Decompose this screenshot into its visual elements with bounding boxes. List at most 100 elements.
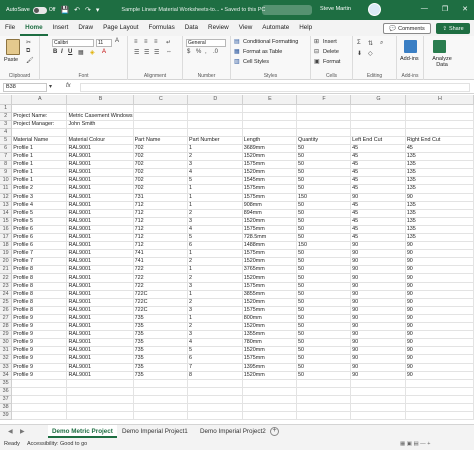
grid-cell[interactable] <box>187 411 243 421</box>
data-cell[interactable]: 50 <box>296 346 352 356</box>
grid-cell[interactable] <box>405 387 474 396</box>
row-header[interactable]: 1 <box>0 104 13 113</box>
name-box[interactable]: B38 <box>3 83 47 92</box>
copy-icon[interactable]: ⧉ <box>26 48 30 55</box>
row-header[interactable]: 33 <box>0 363 13 372</box>
italic-button[interactable]: I <box>61 49 63 55</box>
data-cell[interactable]: Profile 9 <box>11 330 68 340</box>
find-select-icon[interactable]: ⌕ <box>380 40 383 47</box>
data-cell[interactable]: Profile 8 <box>11 306 68 315</box>
data-cell[interactable]: 702 <box>133 152 189 162</box>
grid-cell[interactable] <box>66 395 134 404</box>
row-header[interactable]: 20 <box>0 257 13 267</box>
column-title-cell[interactable]: Part Number <box>187 136 243 145</box>
align-top-icon[interactable]: ≡ <box>134 39 138 45</box>
name-box-dropdown-icon[interactable]: ▾ <box>49 83 52 90</box>
insert-cells-button[interactable]: Insert <box>323 39 337 45</box>
data-cell[interactable]: Profile 8 <box>11 265 68 275</box>
data-cell[interactable]: 135 <box>405 176 474 186</box>
data-cell[interactable]: RAL9001 <box>66 371 134 380</box>
data-cell[interactable]: 908mm <box>242 201 298 210</box>
data-cell[interactable]: 150 <box>296 241 352 251</box>
info-label-cell[interactable]: Project Name: <box>11 112 68 121</box>
avatar[interactable] <box>368 3 381 16</box>
grid-cell[interactable] <box>350 104 406 113</box>
data-cell[interactable]: 90 <box>405 273 474 283</box>
data-cell[interactable]: 135 <box>405 225 474 235</box>
data-cell[interactable]: 90 <box>350 322 406 332</box>
data-cell[interactable]: 45 <box>350 152 406 162</box>
row-header[interactable]: 8 <box>0 160 13 170</box>
data-cell[interactable]: RAL9001 <box>66 233 134 243</box>
grid-cell[interactable] <box>187 395 243 404</box>
fx-icon[interactable]: fx <box>66 83 71 89</box>
grid-cell[interactable] <box>405 128 474 137</box>
data-cell[interactable]: 50 <box>296 184 352 194</box>
percent-icon[interactable]: % <box>196 49 201 55</box>
addins-button-label[interactable]: Add-ins <box>400 56 419 62</box>
data-cell[interactable]: 3 <box>187 160 243 170</box>
data-cell[interactable]: 702 <box>133 144 189 154</box>
data-cell[interactable]: RAL9001 <box>66 168 134 178</box>
column-header-f[interactable]: F <box>296 95 352 105</box>
grid-cell[interactable] <box>133 128 189 137</box>
info-label-cell[interactable]: Project Manager: <box>11 120 68 129</box>
info-value-cell[interactable]: Metric Casement Windows <box>66 112 134 121</box>
redo-icon[interactable]: ↷ <box>85 6 91 14</box>
undo-icon[interactable]: ↶ <box>74 6 80 14</box>
analyze-data-button-label[interactable]: Analyze Data <box>429 56 455 68</box>
grid-cell[interactable] <box>350 395 406 404</box>
row-header[interactable]: 6 <box>0 144 13 154</box>
data-cell[interactable]: 712 <box>133 217 189 226</box>
data-cell[interactable]: 1520mm <box>242 371 298 380</box>
data-cell[interactable]: 45 <box>405 144 474 154</box>
grid-cell[interactable] <box>66 387 134 396</box>
data-cell[interactable]: 50 <box>296 160 352 170</box>
data-cell[interactable]: 50 <box>296 306 352 315</box>
data-cell[interactable]: 728.5mm <box>242 233 298 243</box>
row-header[interactable]: 26 <box>0 306 13 315</box>
data-cell[interactable]: Profile 8 <box>11 290 68 299</box>
data-cell[interactable]: Profile 9 <box>11 354 68 364</box>
data-cell[interactable]: 5 <box>187 346 243 356</box>
format-painter-icon[interactable]: 🖌 <box>26 57 34 64</box>
column-title-cell[interactable]: Length <box>242 136 298 145</box>
info-value-cell[interactable]: John Smith <box>66 120 134 129</box>
minimize-button[interactable]: — <box>421 5 428 13</box>
format-cells-button[interactable]: Format <box>323 59 340 65</box>
data-cell[interactable]: 135 <box>405 184 474 194</box>
data-cell[interactable]: 45 <box>350 168 406 178</box>
data-cell[interactable]: 90 <box>350 314 406 324</box>
data-cell[interactable]: 135 <box>405 168 474 178</box>
data-cell[interactable]: 1520mm <box>242 257 298 267</box>
data-cell[interactable]: Profile 1 <box>11 168 68 178</box>
grid-cell[interactable] <box>405 411 474 421</box>
column-header-c[interactable]: C <box>133 95 189 105</box>
data-cell[interactable]: 3765mm <box>242 265 298 275</box>
data-cell[interactable]: 90 <box>405 298 474 307</box>
data-cell[interactable]: RAL9001 <box>66 241 134 251</box>
data-cell[interactable]: 712 <box>133 225 189 235</box>
grid-cell[interactable] <box>133 411 189 421</box>
column-header-b[interactable]: B <box>66 95 134 105</box>
data-cell[interactable]: 45 <box>350 217 406 226</box>
column-title-cell[interactable]: Material Name <box>11 136 68 145</box>
data-cell[interactable]: RAL9001 <box>66 273 134 283</box>
data-cell[interactable]: 2 <box>187 322 243 332</box>
data-cell[interactable]: 2 <box>187 273 243 283</box>
grid-cell[interactable] <box>11 104 68 113</box>
grid-cell[interactable] <box>405 395 474 404</box>
user-name[interactable]: Steve Martin <box>320 6 351 12</box>
borders-icon[interactable]: ▦ <box>78 49 84 56</box>
grid-cell[interactable] <box>350 128 406 137</box>
row-header[interactable]: 18 <box>0 241 13 251</box>
tab-formulas[interactable]: Formulas <box>143 20 179 36</box>
column-header-d[interactable]: D <box>187 95 243 105</box>
data-cell[interactable]: Profile 8 <box>11 273 68 283</box>
row-header[interactable]: 37 <box>0 395 13 404</box>
decimal-icon[interactable]: .0 <box>213 49 218 55</box>
data-cell[interactable]: 90 <box>405 265 474 275</box>
row-header[interactable]: 24 <box>0 290 13 299</box>
data-cell[interactable]: 90 <box>350 193 406 202</box>
data-cell[interactable]: 702 <box>133 176 189 186</box>
